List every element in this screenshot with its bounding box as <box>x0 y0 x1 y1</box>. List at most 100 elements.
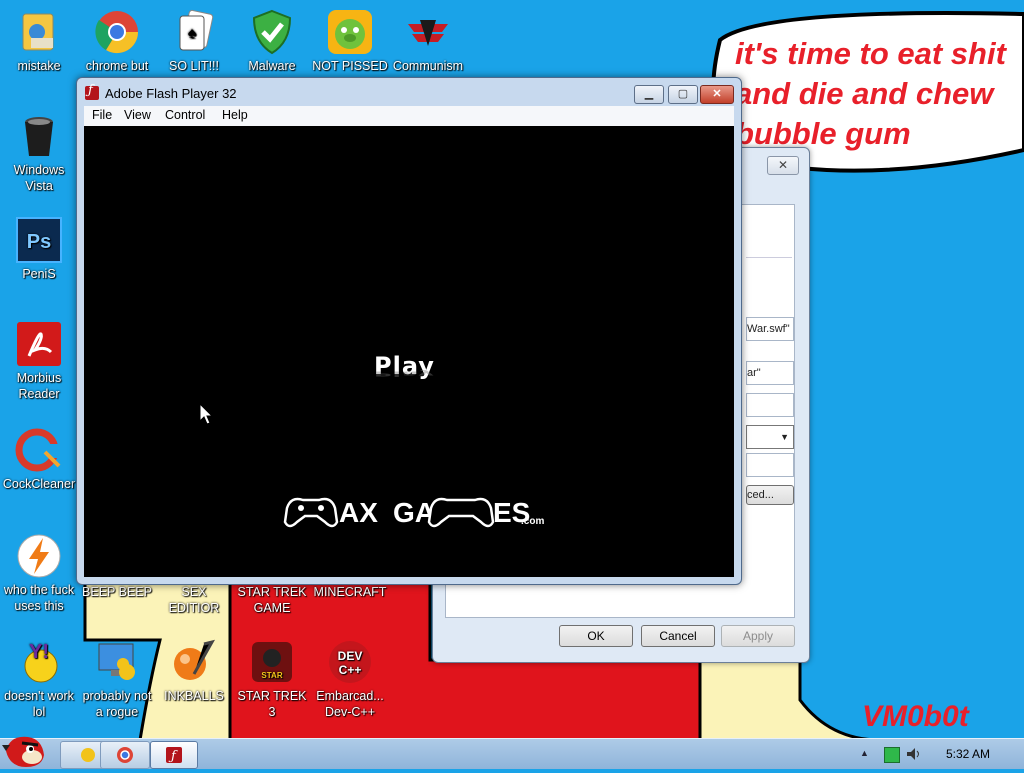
text-field[interactable] <box>746 393 794 417</box>
ok-button[interactable]: OK <box>559 625 633 647</box>
desktop-icon-label: NOT PISSED <box>312 59 388 73</box>
desktop-icon-label: Embarcad... Dev-C++ <box>316 689 384 719</box>
desktop-icon-label: MINECRAFT <box>313 585 387 599</box>
desktop-icon-chrome[interactable]: chrome but <box>78 8 156 74</box>
desktop-icon-not-pissed[interactable]: NOT PISSED <box>311 8 389 74</box>
cards-icon: ♠ <box>170 8 218 56</box>
desktop-icon-label: probably not a rogue <box>82 689 152 719</box>
desktop-icon-label: SEX EDITIOR <box>168 585 220 615</box>
menu-bar: File View Control Help <box>84 106 734 126</box>
pdf-icon <box>15 320 63 368</box>
network-icon[interactable] <box>884 747 900 763</box>
ccleaner-icon <box>15 426 63 474</box>
dialog-close-button[interactable]: ✕ <box>767 156 799 175</box>
desktop-icon-label: Morbius Reader <box>16 371 62 401</box>
desktop-icon-devcpp[interactable]: DEV C++ Embarcad... Dev-C++ <box>311 638 389 720</box>
chevron-down-icon: ▼ <box>780 432 789 442</box>
svg-text:AX: AX <box>339 497 378 528</box>
svg-text:DEV: DEV <box>338 649 363 663</box>
dropdown-select[interactable]: ▼ <box>746 425 794 449</box>
taskbar: ƒ ▲ 5:32 AM <box>0 736 1024 769</box>
menu-help[interactable]: Help <box>222 108 248 122</box>
photoshop-icon: Ps <box>15 216 63 264</box>
trash-icon <box>15 112 63 160</box>
svg-text:.com: .com <box>521 516 544 527</box>
desktop-icon-label: chrome but <box>85 59 149 73</box>
play-reflection: Play <box>374 369 435 378</box>
star-wars-icon: STAR <box>248 638 296 686</box>
minimize-button[interactable]: ▁ <box>634 85 664 104</box>
svg-text:Y!: Y! <box>29 641 49 663</box>
desktop-icon-rogue[interactable]: probably not a rogue <box>78 638 156 720</box>
name-field[interactable]: ar" <box>746 361 794 385</box>
mouse-cursor-icon <box>199 403 214 425</box>
desktop-icon-penis[interactable]: Ps PeniS <box>0 216 78 282</box>
desktop-icon-label: CockCleaner <box>2 477 76 491</box>
taskbar-flash-button[interactable]: ƒ <box>150 741 198 769</box>
desktop-icon-cockcleaner[interactable]: CockCleaner <box>0 426 78 492</box>
flash-icon <box>85 83 99 100</box>
svg-text:♠: ♠ <box>188 25 197 42</box>
desktop-icon-beep-beep[interactable]: BEEP BEEP <box>78 584 156 600</box>
chrome-icon <box>93 8 141 56</box>
shield-icon <box>248 8 296 56</box>
desktop-icon-label: who the fuck uses this <box>3 583 75 613</box>
text-field[interactable] <box>746 453 794 477</box>
close-button[interactable]: ✕ <box>700 85 734 104</box>
flash-icon: ƒ <box>166 747 182 764</box>
taskbar-chrome-button[interactable] <box>100 741 150 769</box>
signature-text: VM0b0t <box>862 700 969 733</box>
start-button[interactable] <box>2 731 48 769</box>
desktop-icon-star-trek-3[interactable]: STAR STAR TREK 3 <box>233 638 311 720</box>
flash-stage[interactable]: Play Play AX GA ES .com <box>84 126 734 577</box>
control-panel-icon <box>15 8 63 56</box>
desktop-icon-malware[interactable]: Malware <box>233 8 311 74</box>
inkball-icon <box>170 638 218 686</box>
desktop-icon-label: mistake <box>17 59 61 73</box>
speech-bubble-text: it's time to eat shit and die and chew b… <box>735 36 1006 151</box>
desktop-icon-windows-vista[interactable]: Windows Vista <box>0 112 78 194</box>
emblem-icon <box>404 8 452 56</box>
flash-player-window: Adobe Flash Player 32 ▁ ▢ ✕ File View Co… <box>76 77 742 585</box>
desktop-icon-minecraft[interactable]: MINECRAFT <box>311 584 389 600</box>
svg-text:Ps: Ps <box>27 231 51 253</box>
desktop-icon-label: PeniS <box>22 267 56 281</box>
swf-path-field[interactable]: War.swf" <box>746 317 794 341</box>
devcpp-icon: DEV C++ <box>326 638 374 686</box>
monitor-icon <box>93 638 141 686</box>
menu-file[interactable]: File <box>92 108 112 122</box>
desktop-icon-label: SO LIT!!! <box>168 59 219 73</box>
menu-view[interactable]: View <box>124 108 151 122</box>
chrome-icon <box>117 747 133 763</box>
desktop-icon-so-lit[interactable]: ♠ SO LIT!!! <box>155 8 233 74</box>
menu-control[interactable]: Control <box>165 108 205 122</box>
clock[interactable]: 5:32 AM <box>946 747 990 761</box>
show-hidden-icons-button[interactable]: ▲ <box>860 748 869 758</box>
desktop-icon-morbius-reader[interactable]: Morbius Reader <box>0 320 78 402</box>
desktop-icon-sex-editior[interactable]: SEX EDITIOR <box>155 584 233 616</box>
desktop-icon-label: Malware <box>248 59 296 73</box>
title-bar[interactable]: Adobe Flash Player 32 ▁ ▢ ✕ <box>77 78 741 106</box>
advanced-button[interactable]: ced... <box>746 485 794 505</box>
desktop-icon-label: Communism <box>392 59 464 73</box>
cancel-button[interactable]: Cancel <box>641 625 715 647</box>
desktop-icon-label: STAR TREK GAME <box>237 585 307 615</box>
maxgames-logo: AX GA ES .com <box>283 497 544 528</box>
svg-text:STAR: STAR <box>261 671 282 680</box>
desktop-icon-label: STAR TREK 3 <box>237 689 307 719</box>
desktop-icon-star-trek-game[interactable]: STAR TREK GAME <box>233 584 311 616</box>
speaker-icon[interactable] <box>906 747 920 761</box>
maximize-button[interactable]: ▢ <box>668 85 698 104</box>
desktop-icon-who-uses-this[interactable]: who the fuck uses this <box>0 532 78 614</box>
window-title: Adobe Flash Player 32 <box>105 86 237 101</box>
divider <box>746 257 792 258</box>
desktop-icon-communism[interactable]: Communism <box>389 8 467 74</box>
apply-button[interactable]: Apply <box>721 625 795 647</box>
yahoo-icon: Y! <box>15 638 63 686</box>
lightning-icon <box>15 532 63 580</box>
desktop-icon-mistake[interactable]: mistake <box>0 8 78 74</box>
desktop-icon-label: doesn't work lol <box>4 689 74 719</box>
desktop-icon-label: INKBALLS <box>164 689 224 703</box>
desktop-icon-inkballs[interactable]: INKBALLS <box>155 638 233 704</box>
desktop-icon-yahoo[interactable]: Y! doesn't work lol <box>0 638 78 720</box>
